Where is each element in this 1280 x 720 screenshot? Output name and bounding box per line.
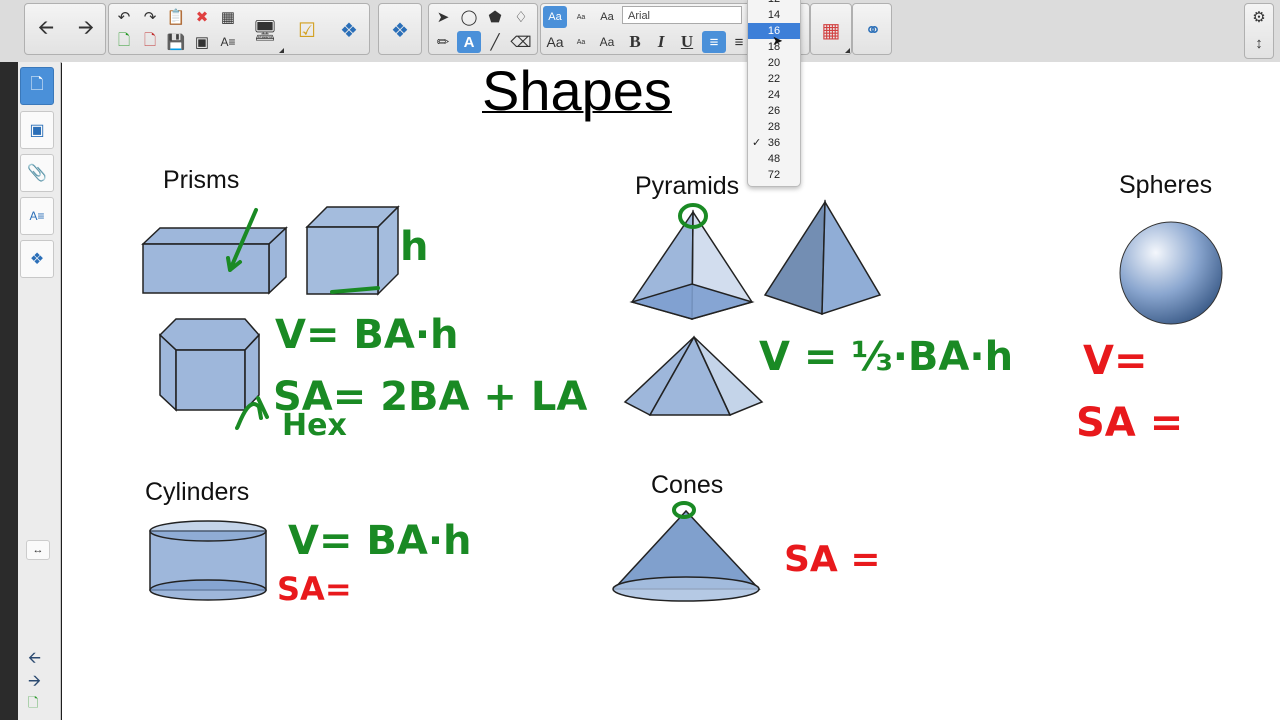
cylinder-volume-note: V= BA·h [288,518,472,564]
cone-surface-note: SA = [784,539,881,580]
fill-icon[interactable]: ♢ [509,6,533,28]
style-button-4[interactable]: Aa [543,31,567,53]
style-button-5[interactable]: Aa [569,31,593,53]
properties-group: ⚭ [852,3,892,55]
tools-group: ➤ ◯ ⬟ ♢ ✏ A ╱ ⌫ [428,3,538,55]
font-size-option-checked[interactable]: ✓ 36 [748,135,800,151]
sidebar-right-arrow-icon[interactable]: 🡪 [28,670,41,697]
mouse-cursor-icon: ➤ [772,33,783,48]
shapes-icon[interactable]: ⬟ [483,6,507,28]
screen-shade-icon[interactable]: ▣ [190,31,214,53]
save-icon[interactable]: 💾 [164,31,188,53]
delete-page-icon[interactable]: 🗋 [138,31,162,53]
height-note: h [400,224,429,270]
undo-icon[interactable]: ↶ [112,6,136,28]
prism-volume-note: V= BA·h [275,312,459,358]
font-size-option[interactable]: 48 [748,151,800,167]
sphere-surface-note: SA = [1076,400,1184,446]
italic-button[interactable]: I [649,31,673,53]
font-size-option-label: 36 [767,137,781,149]
link-circles-icon[interactable]: ⚭ [853,6,893,54]
font-size-option[interactable]: 22 [748,71,800,87]
select-arrow-icon[interactable]: ➤ [431,6,455,28]
cylinder-surface-note: SA= [277,570,352,608]
puzzle-icon[interactable]: ❖ [380,6,420,54]
font-size-option[interactable]: 20 [748,55,800,71]
navigation-group: 🡨 🡪 [24,3,106,55]
forward-arrow-icon[interactable]: 🡪 [66,6,106,54]
font-size-option[interactable]: 14 [748,7,800,23]
edit-group: ↶ ↷ 📋 ✖ ▦ 🗋 🗋 💾 ▣ A≡ 🖥 ☑ ❖ [108,3,370,55]
display-icon[interactable]: 🖥 [245,6,285,54]
font-size-option[interactable]: 12 [748,0,800,7]
underline-button[interactable]: U [675,31,699,53]
eraser-icon[interactable]: ⌫ [509,31,533,53]
toolbar: 🡨 🡪 ↶ ↷ 📋 ✖ ▦ 🗋 🗋 💾 ▣ A≡ 🖥 ☑ ❖ ❖ ➤ ◯ ⬟ ♢… [0,0,1280,63]
window-edge [0,62,18,720]
text-format-icon[interactable]: A≡ [216,31,240,53]
sphere-volume-note: V= [1083,338,1148,384]
page-sorter-icon[interactable]: 🗋 [20,67,54,105]
toolbar-position-icon[interactable]: ↕ [1247,32,1271,54]
gear-icon[interactable]: ⚙ [1247,6,1271,28]
sidebar-new-page-icon[interactable]: 🗋 [28,694,38,716]
bold-button[interactable]: B [623,31,647,53]
align-left-icon[interactable]: ≡ [702,31,726,53]
color-palette-icon[interactable]: ▦ [811,6,851,54]
whiteboard-canvas[interactable]: Shapes Prisms Pyramids Spheres Cylinders… [62,59,1280,720]
cylinder [149,520,267,601]
font-size-option[interactable]: 28 [748,119,800,135]
pyramid-volume-note: V = ⅓·BA·h [759,334,1014,380]
text-tool-icon[interactable]: A [457,31,481,53]
rectangular-prism [141,226,288,295]
back-arrow-icon[interactable]: 🡨 [26,6,66,54]
table-icon[interactable]: ▦ [216,6,240,28]
sidebar-resize-icon[interactable]: ↔ [26,540,50,560]
cube [305,205,400,296]
hexagonal-prism [158,318,261,412]
font-size-option[interactable]: 72 [748,167,800,183]
sidebar: 🗋 ▣ 📎 A≡ ❖ ↔ 🡨 🡪 🗋 [18,62,61,720]
font-size-option[interactable]: 24 [748,87,800,103]
addons-icon[interactable]: ❖ [20,240,54,278]
pens-icon[interactable]: ✏ [431,31,455,53]
style-button-2[interactable]: Aa [569,6,593,28]
hex-note: Hex [282,408,347,443]
shapes-drawing [141,199,1223,602]
font-size-dropdown: 12 14 16 18 20 22 24 26 28 ✓ 36 48 72 [747,0,801,187]
new-page-icon[interactable]: 🗋 [112,31,136,53]
color-group: ▦ [810,3,852,55]
attachments-icon[interactable]: 📎 [20,154,54,192]
paste-icon[interactable]: 📋 [164,6,188,28]
style-button-6[interactable]: Aa [595,31,619,53]
triangular-pyramid [763,199,882,316]
line-icon[interactable]: ╱ [483,31,507,53]
properties-icon[interactable]: A≡ [20,197,54,235]
redo-icon[interactable]: ↷ [138,6,162,28]
font-name-field[interactable]: Arial [622,6,742,24]
gallery-icon[interactable]: ▣ [20,111,54,149]
checkmark-icon: ✓ [752,137,762,149]
style-button-3[interactable]: Aa [595,6,619,28]
style-button-1[interactable]: Aa [543,6,567,28]
magic-pen-icon[interactable]: ◯ [457,6,481,28]
addon-puzzle-icon[interactable]: ❖ [329,6,369,54]
green-ink-strokes [226,203,708,519]
cone [612,509,761,602]
pentagonal-pyramid [623,335,764,416]
delete-icon[interactable]: ✖ [190,6,214,28]
sphere [1119,221,1223,325]
font-size-option[interactable]: 26 [748,103,800,119]
addons-group: ❖ [378,3,422,55]
activity-builder-icon[interactable]: ☑ [287,6,327,54]
settings-group: ⚙ ↕ [1244,3,1274,59]
